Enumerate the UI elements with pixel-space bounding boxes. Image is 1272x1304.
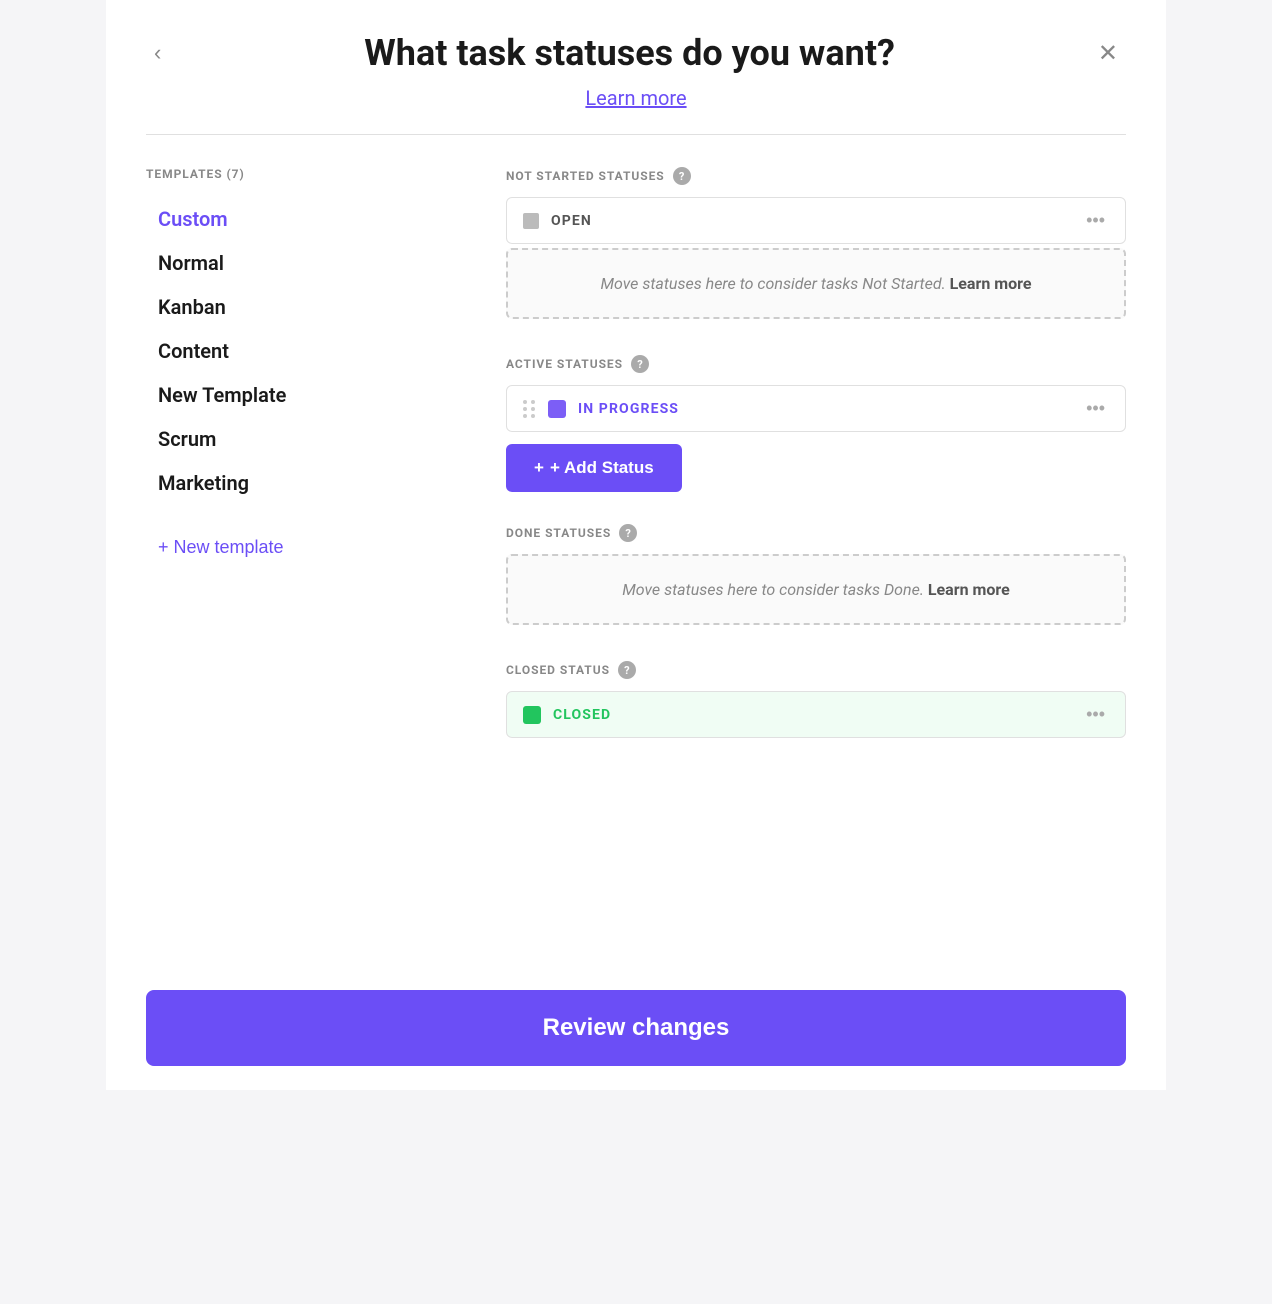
header-nav: ‹ What task statuses do you want? ✕ bbox=[146, 32, 1126, 74]
active-section: ACTIVE STATUSES ? IN PROGRESS ••• + bbox=[506, 355, 1126, 492]
not-started-help-icon[interactable]: ? bbox=[673, 167, 691, 185]
done-hint: Move statuses here to consider tasks Don… bbox=[524, 580, 1108, 599]
sidebar-item-scrum[interactable]: Scrum bbox=[146, 417, 466, 461]
done-dropzone: Move statuses here to consider tasks Don… bbox=[506, 554, 1126, 625]
back-button[interactable]: ‹ bbox=[146, 36, 169, 70]
closed-color-dot bbox=[523, 706, 541, 724]
in-progress-status-row: IN PROGRESS ••• bbox=[506, 385, 1126, 432]
modal: ‹ What task statuses do you want? ✕ Lear… bbox=[106, 0, 1166, 1090]
done-label: DONE STATUSES bbox=[506, 526, 611, 540]
closed-label: CLOSED STATUS bbox=[506, 663, 610, 677]
open-status-row: OPEN ••• bbox=[506, 197, 1126, 244]
add-status-label: + Add Status bbox=[550, 458, 654, 478]
sidebar-item-kanban[interactable]: Kanban bbox=[146, 285, 466, 329]
in-progress-status-name: IN PROGRESS bbox=[578, 401, 1070, 417]
closed-section: CLOSED STATUS ? CLOSED ••• bbox=[506, 661, 1126, 742]
footer: Review changes bbox=[106, 966, 1166, 1090]
open-status-color bbox=[523, 213, 539, 229]
active-label: ACTIVE STATUSES bbox=[506, 357, 623, 371]
header-divider bbox=[146, 134, 1126, 135]
learn-more-link[interactable]: Learn more bbox=[585, 86, 686, 110]
header: ‹ What task statuses do you want? ✕ Lear… bbox=[106, 0, 1166, 135]
body: TEMPLATES (7) Custom Normal Kanban Conte… bbox=[106, 135, 1166, 966]
page-title: What task statuses do you want? bbox=[169, 32, 1090, 74]
sidebar-item-normal[interactable]: Normal bbox=[146, 241, 466, 285]
in-progress-more-button[interactable]: ••• bbox=[1082, 398, 1109, 419]
add-status-button[interactable]: + + Add Status bbox=[506, 444, 682, 492]
not-started-hint: Move statuses here to consider tasks Not… bbox=[524, 274, 1108, 293]
not-started-dropzone: Move statuses here to consider tasks Not… bbox=[506, 248, 1126, 319]
in-progress-color-dot bbox=[548, 400, 566, 418]
done-header: DONE STATUSES ? bbox=[506, 524, 1126, 542]
closed-header: CLOSED STATUS ? bbox=[506, 661, 1126, 679]
close-button[interactable]: ✕ bbox=[1090, 35, 1126, 72]
template-list: Custom Normal Kanban Content New Templat… bbox=[146, 197, 466, 505]
sidebar-item-custom[interactable]: Custom bbox=[146, 197, 466, 241]
not-started-label: NOT STARTED STATUSES bbox=[506, 169, 665, 183]
active-help-icon[interactable]: ? bbox=[631, 355, 649, 373]
not-started-header: NOT STARTED STATUSES ? bbox=[506, 167, 1126, 185]
drag-handle-icon bbox=[523, 400, 536, 418]
open-status-name: OPEN bbox=[551, 213, 1070, 229]
closed-status-name: CLOSED bbox=[553, 707, 1070, 723]
done-section: DONE STATUSES ? Move statuses here to co… bbox=[506, 524, 1126, 629]
closed-more-button[interactable]: ••• bbox=[1082, 704, 1109, 725]
sidebar-item-new-template[interactable]: New Template bbox=[146, 373, 466, 417]
add-new-template-button[interactable]: + New template bbox=[146, 529, 296, 566]
open-status-more-button[interactable]: ••• bbox=[1082, 210, 1109, 231]
active-header: ACTIVE STATUSES ? bbox=[506, 355, 1126, 373]
closed-help-icon[interactable]: ? bbox=[618, 661, 636, 679]
sidebar-item-marketing[interactable]: Marketing bbox=[146, 461, 466, 505]
done-help-icon[interactable]: ? bbox=[619, 524, 637, 542]
review-changes-button[interactable]: Review changes bbox=[146, 990, 1126, 1066]
sidebar-item-content[interactable]: Content bbox=[146, 329, 466, 373]
templates-label: TEMPLATES (7) bbox=[146, 167, 466, 181]
add-status-plus-icon: + bbox=[534, 458, 544, 478]
left-panel: TEMPLATES (7) Custom Normal Kanban Conte… bbox=[146, 167, 466, 934]
not-started-section: NOT STARTED STATUSES ? OPEN ••• Move sta… bbox=[506, 167, 1126, 323]
closed-status-row: CLOSED ••• bbox=[506, 691, 1126, 738]
right-panel: NOT STARTED STATUSES ? OPEN ••• Move sta… bbox=[506, 167, 1126, 934]
